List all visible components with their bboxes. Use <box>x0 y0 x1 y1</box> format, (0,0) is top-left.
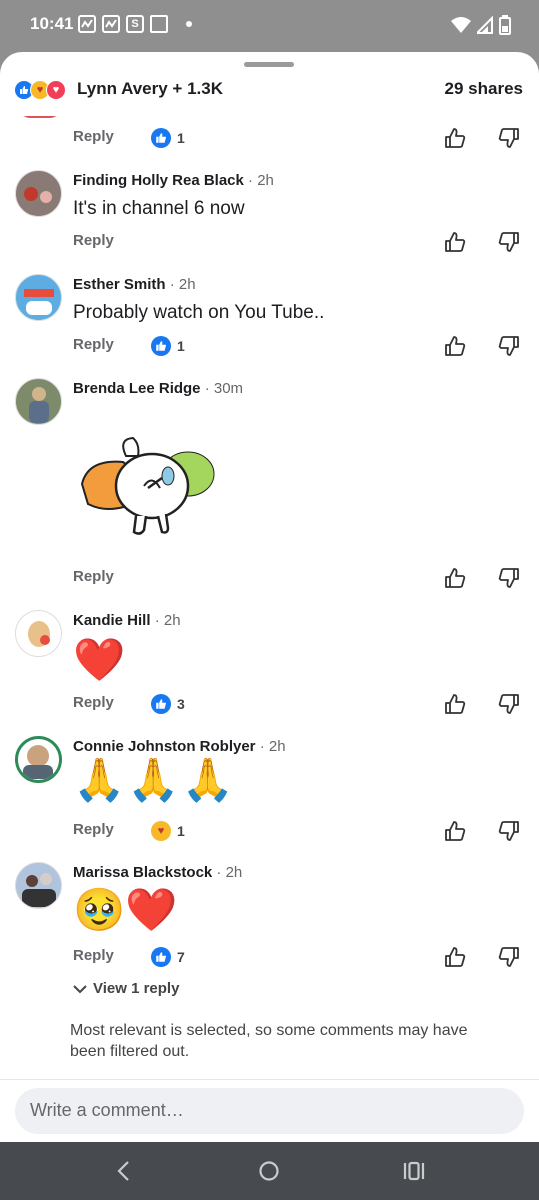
avatar[interactable] <box>15 736 62 783</box>
reaction-count-value: 1 <box>177 338 185 354</box>
home-icon[interactable] <box>258 1160 280 1182</box>
avatar[interactable] <box>15 610 62 657</box>
reply-button[interactable]: Reply <box>73 694 114 711</box>
chevron-down-icon <box>73 984 87 993</box>
reaction-count-value: 1 <box>177 130 185 146</box>
comment-author[interactable]: Connie Johnston Roblyer · 2h <box>73 738 286 755</box>
thumbs-down-icon[interactable] <box>498 127 520 149</box>
shares-count[interactable]: 29 shares <box>445 79 523 99</box>
thumbs-down-icon[interactable] <box>498 946 520 968</box>
comment-author[interactable]: Finding Holly Rea Black · 2h <box>73 172 274 189</box>
thumbs-up-icon[interactable] <box>444 127 466 149</box>
battery-icon <box>499 15 511 35</box>
thumbs-down-icon[interactable] <box>498 567 520 589</box>
s-app-icon: S <box>126 15 144 33</box>
comment-input[interactable]: Write a comment… <box>15 1088 524 1134</box>
avatar[interactable] <box>15 862 62 909</box>
thumbs-up-icon[interactable] <box>444 693 466 715</box>
comment-input-placeholder: Write a comment… <box>30 1100 184 1120</box>
wifi-icon <box>451 17 471 33</box>
drag-handle[interactable] <box>244 62 294 67</box>
comment-text: Probably watch on You Tube.. <box>73 302 325 323</box>
reaction-count-value: 1 <box>177 823 185 839</box>
view-replies-button[interactable]: View 1 reply <box>73 980 179 997</box>
thumbs-down-icon[interactable] <box>498 820 520 842</box>
comment-author[interactable]: Kandie Hill · 2h <box>73 612 181 629</box>
status-time: 10:41 <box>30 14 74 33</box>
comment-author[interactable]: Marissa Blackstock · 2h <box>73 864 242 881</box>
reactions-summary[interactable]: ♥ ♥ Lynn Avery + 1.3K 29 shares <box>0 76 539 116</box>
reaction-count[interactable]: 3 <box>151 694 185 714</box>
back-icon[interactable] <box>115 1160 131 1182</box>
recents-icon[interactable] <box>402 1160 426 1182</box>
more-dot-icon <box>186 21 192 27</box>
notification-icon <box>78 15 96 33</box>
comment-text: 🥹❤️ <box>73 886 178 933</box>
comment-text: 🙏🙏🙏 <box>73 756 236 803</box>
reaction-icons: ♥ ♥ <box>14 80 66 100</box>
like-icon <box>151 947 171 967</box>
system-nav-bar <box>0 1142 539 1200</box>
reply-button[interactable]: Reply <box>73 568 114 585</box>
reaction-count[interactable]: 1 <box>151 336 185 356</box>
reactors-summary[interactable]: Lynn Avery + 1.3K <box>77 79 223 99</box>
view-replies-label: View 1 reply <box>93 980 180 997</box>
reaction-count-value: 3 <box>177 696 185 712</box>
system-icons <box>451 15 511 35</box>
status-bar: 10:41 S <box>0 0 539 52</box>
thumbs-up-icon[interactable] <box>444 820 466 842</box>
notification-icons: S <box>78 15 192 33</box>
signal-icon <box>477 16 493 34</box>
reaction-count[interactable]: ♥ 1 <box>151 821 185 841</box>
comment-author[interactable]: Brenda Lee Ridge · 30m <box>73 380 243 397</box>
notification-icon <box>102 15 120 33</box>
like-icon <box>151 694 171 714</box>
filter-notice: Most relevant is selected, so some comme… <box>70 1022 468 1060</box>
avatar[interactable] <box>15 170 62 217</box>
reaction-count[interactable]: 1 <box>151 128 185 148</box>
thumbs-up-icon[interactable] <box>444 567 466 589</box>
comment-author[interactable]: Esther Smith · 2h <box>73 276 196 293</box>
divider <box>0 1079 539 1080</box>
avatar[interactable] <box>15 378 62 425</box>
reply-button[interactable]: Reply <box>73 947 114 964</box>
thumbs-up-icon[interactable] <box>444 946 466 968</box>
love-icon: ♥ <box>46 80 66 100</box>
like-icon <box>151 128 171 148</box>
bunny-carrot-sticker <box>80 436 215 535</box>
comment-text: It's in channel 6 now <box>73 198 245 219</box>
thumbs-down-icon[interactable] <box>498 693 520 715</box>
thumbs-down-icon[interactable] <box>498 335 520 357</box>
reply-button[interactable]: Reply <box>73 128 114 145</box>
avatar[interactable] <box>15 274 62 321</box>
thumbs-up-icon[interactable] <box>444 231 466 253</box>
reply-button[interactable]: Reply <box>73 336 114 353</box>
thumbs-down-icon[interactable] <box>498 231 520 253</box>
comment-text: ❤️ <box>73 636 126 683</box>
care-icon: ♥ <box>151 821 171 841</box>
reaction-count[interactable]: 7 <box>151 947 185 967</box>
like-icon <box>151 336 171 356</box>
reply-button[interactable]: Reply <box>73 232 114 249</box>
thumbs-up-icon[interactable] <box>444 335 466 357</box>
reply-button[interactable]: Reply <box>73 821 114 838</box>
comments-sheet: ♥ ♥ Lynn Avery + 1.3K 29 shares Reply 1 … <box>0 52 539 1142</box>
screenshot-icon <box>150 15 168 33</box>
reaction-count-value: 7 <box>177 949 185 965</box>
